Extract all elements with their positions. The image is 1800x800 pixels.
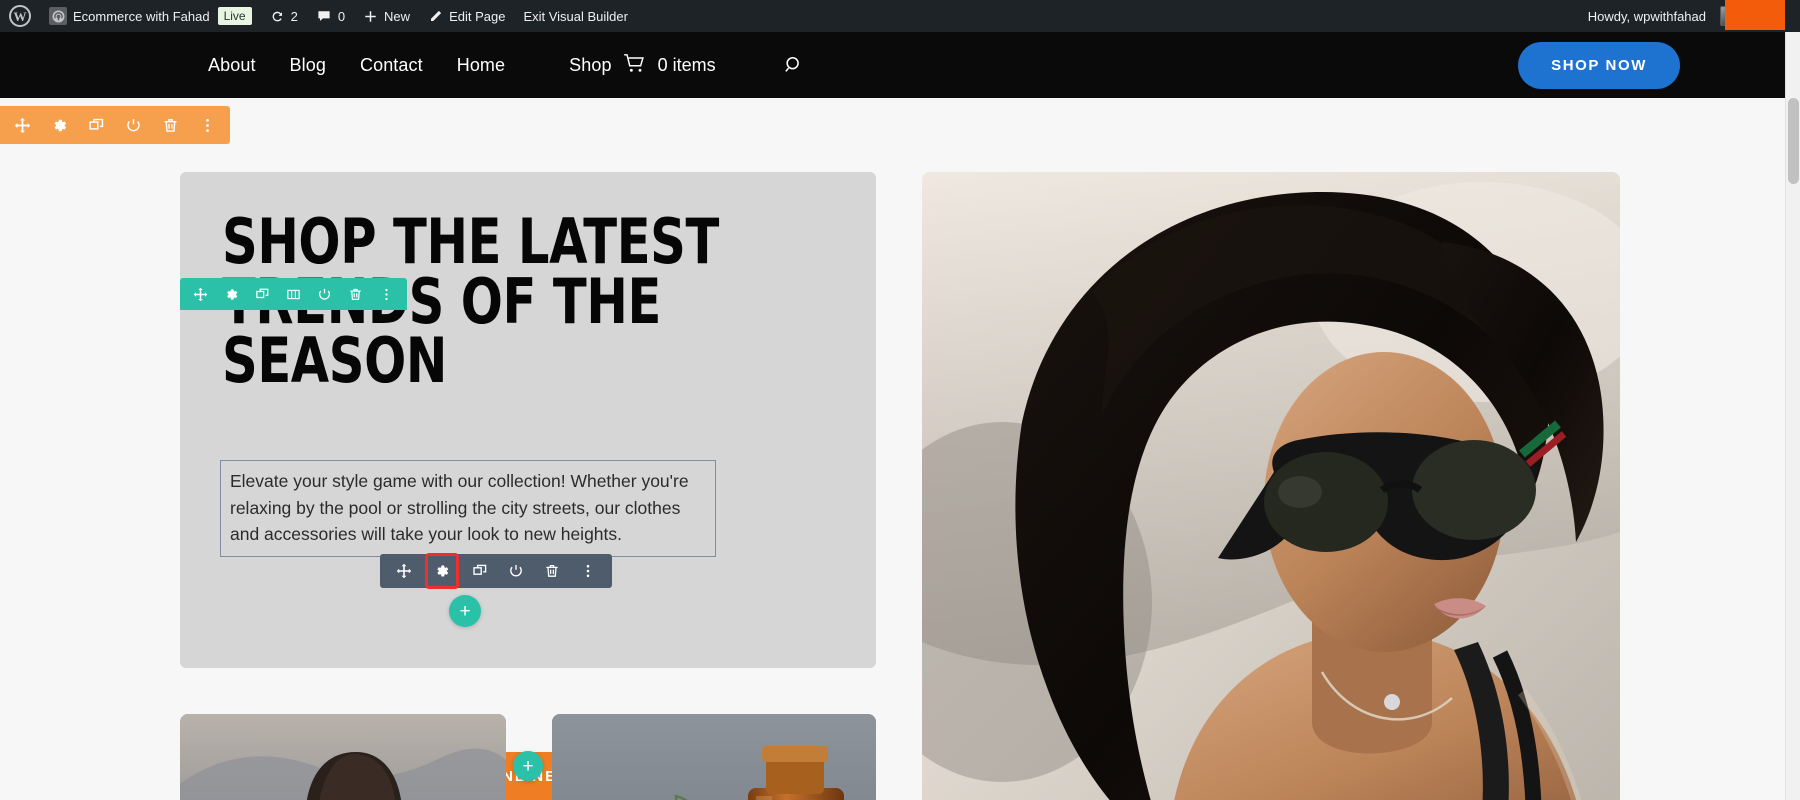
plus-icon (363, 9, 378, 24)
power-icon[interactable] (317, 287, 332, 302)
new-content-menu[interactable]: New (354, 0, 419, 32)
duplicate-icon[interactable] (468, 558, 492, 584)
wp-logo-menu[interactable]: W (0, 0, 40, 32)
live-badge: Live (217, 7, 252, 25)
duplicate-icon[interactable] (255, 287, 270, 302)
scrollbar-thumb[interactable] (1788, 98, 1799, 184)
power-icon[interactable] (504, 558, 528, 584)
gear-icon[interactable] (425, 553, 459, 589)
gear-icon[interactable] (224, 287, 239, 302)
updates-count: 2 (290, 8, 298, 24)
nav-item-home[interactable]: Home (457, 55, 505, 76)
cart-group[interactable]: Shop 0 items (569, 53, 716, 78)
edit-page-label: Edit Page (449, 8, 506, 24)
add-module-button[interactable]: + (449, 595, 481, 627)
divi-row-toolbar (180, 278, 407, 310)
shop-now-button[interactable]: SHOP NOW (1518, 41, 1680, 89)
divi-module-toolbar (380, 553, 612, 589)
duplicate-icon[interactable] (88, 117, 105, 134)
product-card-hat-image (180, 714, 506, 800)
site-name-menu[interactable]: Ecommerce with Fahad Live (40, 0, 261, 32)
nav-item-shop[interactable]: Shop (569, 55, 611, 76)
hero-row[interactable]: SHOP THE LATEST TRENDS OF THE SEASON Ele… (180, 172, 876, 800)
search-icon[interactable] (784, 55, 804, 75)
edit-page-link[interactable]: Edit Page (419, 0, 514, 32)
trash-icon[interactable] (540, 558, 564, 584)
site-title-label: Ecommerce with Fahad (73, 8, 210, 24)
nav-item-about[interactable]: About (208, 55, 256, 76)
browser-viewport: W Ecommerce with Fahad Live 2 0 New Edit… (0, 0, 1800, 800)
gear-icon[interactable] (51, 117, 68, 134)
hero-paragraph: Elevate your style game with our collect… (230, 471, 689, 545)
kebab-menu-icon[interactable] (379, 287, 394, 302)
comments-count: 0 (337, 8, 346, 24)
product-card-bottle[interactable] (552, 714, 876, 800)
dashboard-icon (49, 7, 67, 25)
howdy-label: Howdy, wpwithfahad (1587, 8, 1706, 24)
comment-bubble-icon (316, 8, 332, 24)
trash-icon[interactable] (162, 117, 179, 134)
exit-visual-builder-label: Exit Visual Builder (523, 8, 628, 24)
page-canvas: SHOP THE LATEST TRENDS OF THE SEASON Ele… (0, 98, 1800, 800)
move-icon[interactable] (193, 287, 208, 302)
hero-image-graphic (922, 172, 1620, 800)
admin-bar-left-group: W Ecommerce with Fahad Live 2 0 New Edit… (0, 0, 637, 32)
primary-navigation: About Blog Contact Home Shop 0 items (208, 53, 804, 78)
pencil-icon (428, 9, 443, 24)
hero-image[interactable] (922, 172, 1620, 800)
nav-item-contact[interactable]: Contact (360, 55, 423, 76)
shopping-cart-icon (623, 53, 647, 78)
updates-icon (270, 9, 285, 24)
wp-admin-bar: W Ecommerce with Fahad Live 2 0 New Edit… (0, 0, 1800, 32)
top-right-orange-marker (1725, 0, 1785, 30)
my-account-menu[interactable]: Howdy, wpwithfahad (1579, 0, 1749, 32)
site-header: About Blog Contact Home Shop 0 items SHO… (0, 32, 1800, 98)
add-row-button[interactable]: + (513, 751, 543, 781)
trash-icon[interactable] (348, 287, 363, 302)
comments-menu[interactable]: 0 (307, 0, 354, 32)
kebab-menu-icon[interactable] (199, 117, 216, 134)
power-icon[interactable] (125, 117, 142, 134)
wordpress-logo-icon: W (9, 5, 31, 27)
columns-icon[interactable] (286, 287, 301, 302)
move-icon[interactable] (14, 117, 31, 134)
exit-visual-builder-link[interactable]: Exit Visual Builder (514, 0, 637, 32)
move-icon[interactable] (392, 558, 416, 584)
product-card-hat[interactable] (180, 714, 506, 800)
divi-section-toolbar (0, 106, 230, 144)
vertical-scrollbar[interactable] (1785, 32, 1800, 800)
hero-text-module[interactable]: Elevate your style game with our collect… (220, 460, 716, 557)
kebab-menu-icon[interactable] (576, 558, 600, 584)
updates-menu[interactable]: 2 (261, 0, 307, 32)
nav-item-blog[interactable]: Blog (290, 55, 326, 76)
product-card-bottle-image (552, 714, 876, 800)
new-content-label: New (384, 8, 411, 24)
cart-item-count: 0 items (657, 54, 716, 75)
